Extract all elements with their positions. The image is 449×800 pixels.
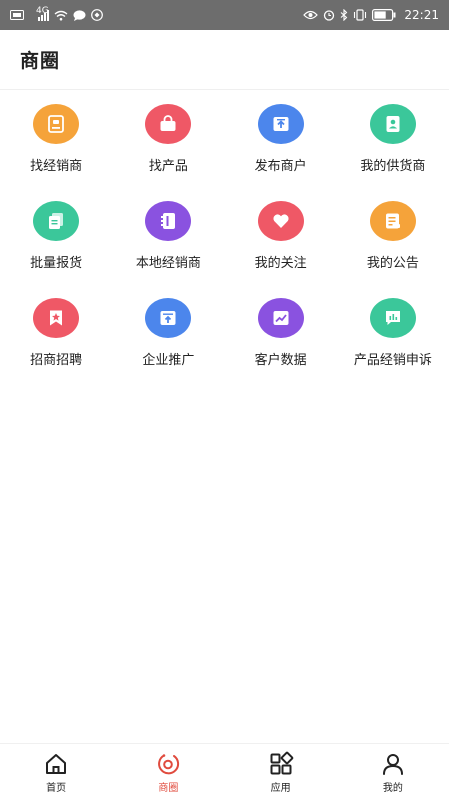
tile-recruit[interactable]: 招商招聘 bbox=[0, 294, 112, 391]
person-card-icon bbox=[369, 104, 416, 144]
bluetooth-icon bbox=[340, 9, 348, 21]
message-icon bbox=[73, 9, 86, 21]
upload-box-icon bbox=[257, 104, 304, 144]
tab-label: 应用 bbox=[270, 782, 291, 794]
tile-label: 客户数据 bbox=[254, 353, 307, 368]
tile-batch-order[interactable]: 批量报货 bbox=[0, 197, 112, 294]
tile-find-product[interactable]: 找产品 bbox=[112, 100, 224, 197]
tile-label: 发布商户 bbox=[254, 159, 307, 174]
tile-find-distributor[interactable]: 找经销商 bbox=[0, 100, 112, 197]
documents-icon bbox=[33, 201, 80, 241]
eye-icon bbox=[303, 10, 319, 20]
tile-label: 找产品 bbox=[148, 159, 188, 174]
tile-publish-merchant[interactable]: 发布商户 bbox=[225, 100, 337, 197]
home-icon bbox=[46, 753, 67, 774]
tile-label: 我的关注 bbox=[254, 256, 307, 271]
tab-home[interactable]: 首页 bbox=[0, 744, 112, 800]
tile-label: 我的供货商 bbox=[360, 159, 426, 174]
shopping-bag-icon bbox=[145, 104, 192, 144]
feature-grid: 找经销商 找产品 发布商户 我的供货商 批量报货 本地经销商 我的关注 我的公告… bbox=[0, 100, 449, 391]
status-time: 22:21 bbox=[404, 8, 439, 22]
app-notification-icon bbox=[90, 9, 103, 21]
star-bookmark-icon bbox=[33, 298, 80, 338]
apps-icon bbox=[270, 751, 293, 774]
notice-icon bbox=[369, 201, 416, 241]
trend-chart-icon bbox=[257, 298, 304, 338]
tile-label: 招商招聘 bbox=[30, 353, 83, 368]
tab-mine[interactable]: 我的 bbox=[337, 744, 449, 800]
tile-promotion[interactable]: 企业推广 bbox=[112, 294, 224, 391]
alarm-icon bbox=[323, 9, 335, 21]
heart-icon bbox=[257, 201, 304, 241]
sim-card-icon bbox=[10, 10, 24, 20]
person-icon bbox=[382, 753, 403, 775]
address-book-icon bbox=[145, 201, 192, 241]
tile-label: 企业推广 bbox=[142, 353, 195, 368]
tab-label: 我的 bbox=[382, 782, 403, 794]
tile-product-complaint[interactable]: 产品经销申诉 bbox=[337, 294, 449, 391]
network-label: 4G bbox=[36, 6, 49, 16]
tile-local-distributor[interactable]: 本地经销商 bbox=[112, 197, 224, 294]
tile-customer-data[interactable]: 客户数据 bbox=[225, 294, 337, 391]
promote-icon bbox=[145, 298, 192, 338]
wifi-icon bbox=[54, 10, 68, 21]
chat-chart-icon bbox=[369, 298, 416, 338]
tile-my-follows[interactable]: 我的关注 bbox=[225, 197, 337, 294]
status-bar: 4G 22:21 bbox=[0, 0, 449, 30]
page-header: 商圈 bbox=[0, 30, 449, 90]
tab-business-circle[interactable]: 商圈 bbox=[112, 744, 224, 800]
battery-icon bbox=[372, 9, 396, 21]
tile-label: 找经销商 bbox=[30, 159, 83, 174]
tab-label: 首页 bbox=[46, 782, 67, 794]
tile-label: 产品经销申诉 bbox=[353, 353, 432, 368]
tile-my-notices[interactable]: 我的公告 bbox=[337, 197, 449, 294]
tile-label: 我的公告 bbox=[366, 256, 419, 271]
tab-apps[interactable]: 应用 bbox=[225, 744, 337, 800]
tile-my-suppliers[interactable]: 我的供货商 bbox=[337, 100, 449, 197]
vibrate-icon bbox=[353, 9, 367, 21]
contact-card-icon bbox=[33, 104, 80, 144]
bottom-tab-bar: 首页 商圈 应用 我的 bbox=[0, 743, 449, 800]
tab-label: 商圈 bbox=[158, 782, 179, 794]
page-title: 商圈 bbox=[20, 50, 61, 72]
tile-label: 本地经销商 bbox=[135, 256, 201, 271]
tile-label: 批量报货 bbox=[30, 256, 83, 271]
circle-swirl-icon bbox=[158, 753, 180, 774]
